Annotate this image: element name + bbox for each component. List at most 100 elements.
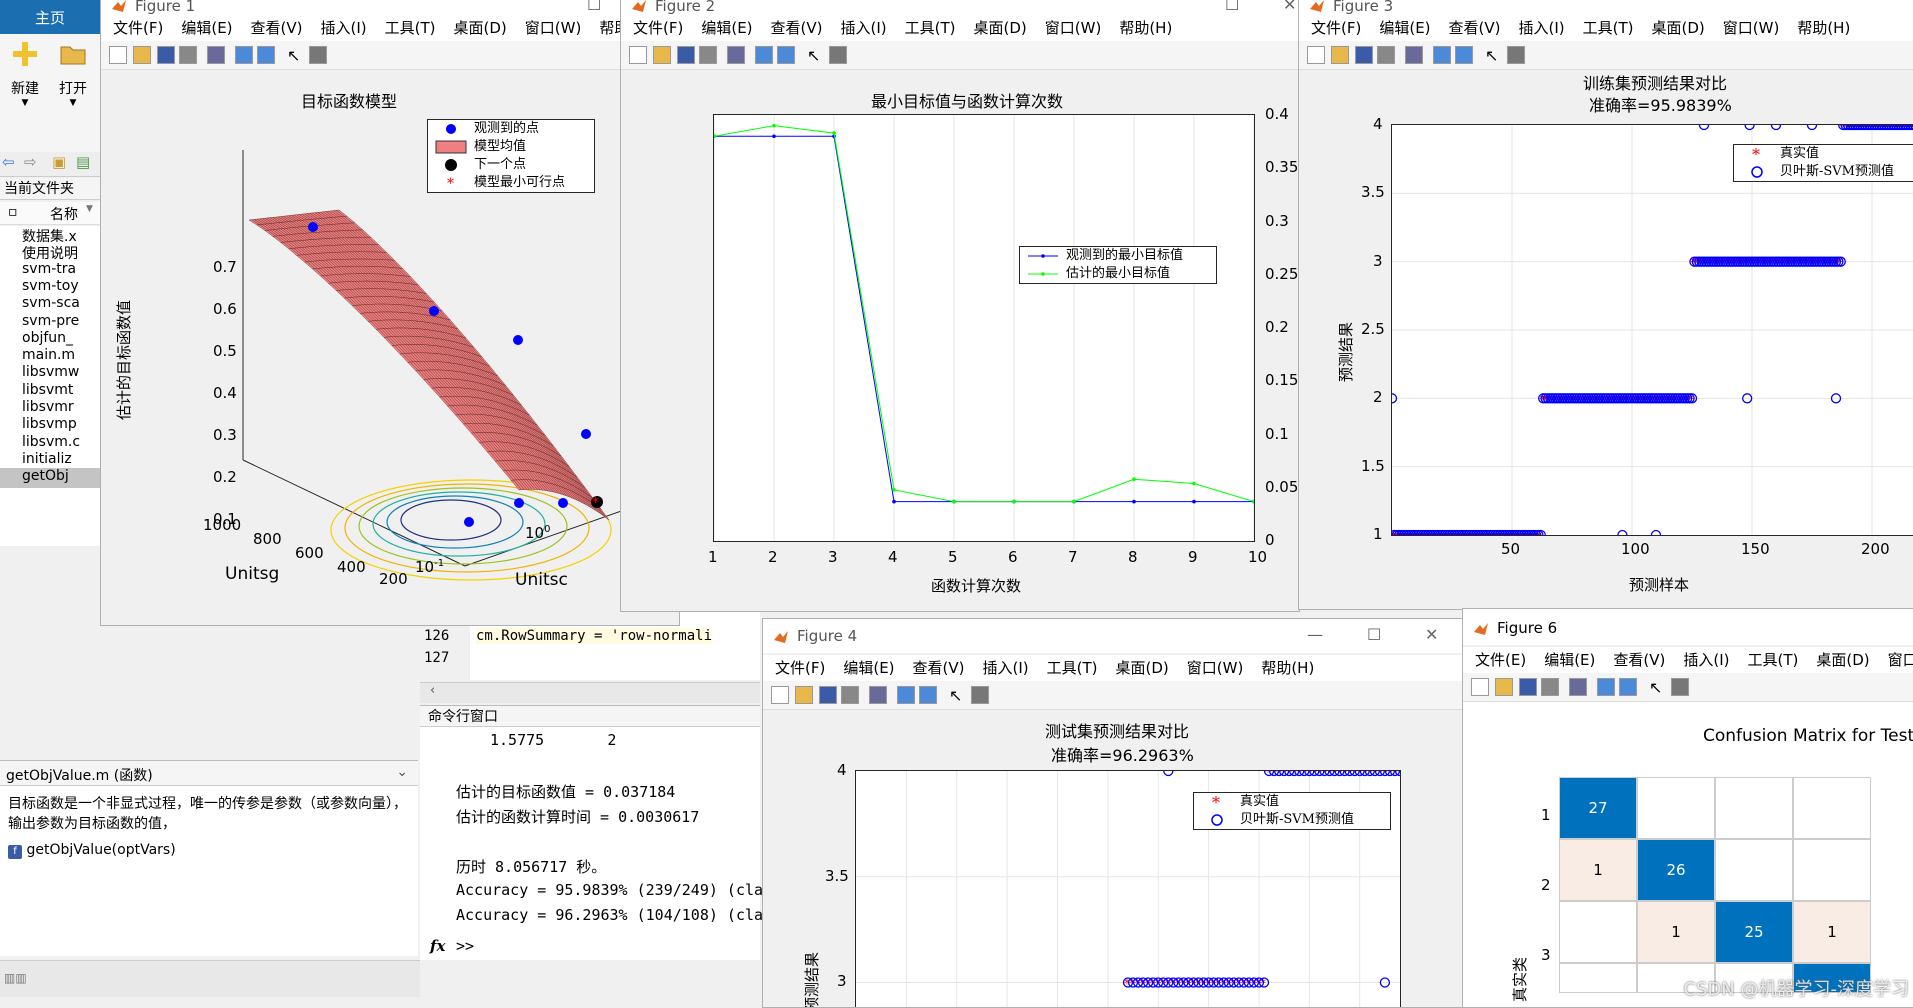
close-icon[interactable]: ✕ xyxy=(1425,625,1438,644)
menu-item-1[interactable]: 文件(E) xyxy=(1475,647,1526,673)
fig1-legend[interactable]: 观测到的点 模型均值 下一个点 * 模型最小可行点 xyxy=(427,119,595,193)
new-file-icon[interactable] xyxy=(1471,678,1489,696)
back-arrow-icon[interactable]: ⇦ xyxy=(2,153,15,171)
colorbar-icon[interactable] xyxy=(1597,678,1615,696)
menu-item-8[interactable]: 帮助(H) xyxy=(1797,15,1850,41)
colorbar-icon[interactable] xyxy=(897,686,915,704)
up-folder-icon[interactable]: ▣ xyxy=(52,153,66,171)
menu-item-5[interactable]: 工具(T) xyxy=(905,15,956,41)
print-icon[interactable] xyxy=(699,46,717,64)
menu-item-5[interactable]: 工具(T) xyxy=(1747,647,1798,673)
new-file-icon[interactable] xyxy=(1307,46,1325,64)
menu-item-4[interactable]: 插入(I) xyxy=(321,15,367,41)
menu-item-6[interactable]: 桌面(D) xyxy=(974,15,1027,41)
open-button[interactable]: 打开 ▼ xyxy=(50,40,96,108)
property-inspector-icon[interactable] xyxy=(971,686,989,704)
menu-item-4[interactable]: 插入(I) xyxy=(1519,15,1565,41)
menu-item-6[interactable]: 桌面(D) xyxy=(1652,15,1705,41)
new-button[interactable]: 新建 ▼ xyxy=(2,40,48,108)
menu-item-1[interactable]: 文件(F) xyxy=(1311,15,1361,41)
menu-item-3[interactable]: 查看(V) xyxy=(1449,15,1501,41)
print-icon[interactable] xyxy=(1541,678,1559,696)
menu-item-1[interactable]: 文件(F) xyxy=(113,15,163,41)
minimize-icon[interactable]: — xyxy=(1307,625,1323,644)
menu-item-4[interactable]: 插入(I) xyxy=(983,655,1029,681)
menu-item-7[interactable]: 窗口(W) xyxy=(525,15,582,41)
open-file-icon[interactable] xyxy=(1495,678,1513,696)
menu-item-2[interactable]: 编辑(E) xyxy=(1544,647,1595,673)
command-window[interactable]: fx >> 1.5775 2 估计的目标函数值 = 0.037184 估计的函数计算… xyxy=(420,727,763,960)
fig2-axes[interactable] xyxy=(713,114,1255,542)
maximize-icon[interactable]: ☐ xyxy=(587,0,601,14)
save-icon[interactable] xyxy=(1355,46,1373,64)
menu-item-1[interactable]: 文件(F) xyxy=(775,655,825,681)
open-file-icon[interactable] xyxy=(133,46,151,64)
maximize-icon[interactable]: ☐ xyxy=(1225,0,1239,14)
open-file-icon[interactable] xyxy=(653,46,671,64)
figure-1-window[interactable]: Figure 1 ☐ 文件(F) 编辑(E) 查看(V) 插入(I) 工具(T) 桌面(D… xyxy=(100,0,680,626)
legend-icon[interactable] xyxy=(257,46,275,64)
print-icon[interactable] xyxy=(1377,46,1395,64)
figure-3-window[interactable]: Figure 3 文件(F) 编辑(E) 查看(V) 插入(I) 工具(T) 桌面(D) 窗… xyxy=(1298,0,1913,610)
menu-item-7[interactable]: 窗口(W) xyxy=(1888,647,1913,673)
scroll-left-icon[interactable]: ‹ xyxy=(430,683,435,698)
save-icon[interactable] xyxy=(819,686,837,704)
save-icon[interactable] xyxy=(1519,678,1537,696)
figure-4-window[interactable]: Figure 4 — ☐ ✕ 文件(F) 编辑(E) 查看(V) 插入(I) 工具(T)… xyxy=(762,618,1464,1008)
new-file-icon[interactable] xyxy=(109,46,127,64)
pointer-icon[interactable]: ↖ xyxy=(1485,46,1503,65)
property-inspector-icon[interactable] xyxy=(1507,46,1525,64)
menu-item-3[interactable]: 查看(V) xyxy=(771,15,823,41)
link-icon[interactable] xyxy=(1569,678,1587,696)
legend-icon[interactable] xyxy=(1455,46,1473,64)
legend-icon[interactable] xyxy=(1619,678,1637,696)
editor-code-line[interactable]: cm.RowSummary = 'row-normali xyxy=(476,628,713,644)
menu-item-1[interactable]: 文件(F) xyxy=(633,15,683,41)
fig3-axes[interactable]: * * * * * * * * * * * * * * * * * * * * * * * * * * * * * * * * * * * * * * * *… xyxy=(1391,124,1913,536)
property-inspector-icon[interactable] xyxy=(1671,678,1689,696)
property-inspector-icon[interactable] xyxy=(829,46,847,64)
menu-item-2[interactable]: 编辑(E) xyxy=(181,15,232,41)
print-icon[interactable] xyxy=(179,46,197,64)
pointer-icon[interactable]: ↖ xyxy=(1649,678,1667,697)
close-icon[interactable]: ✕ xyxy=(1283,0,1296,14)
menu-item-4[interactable]: 插入(I) xyxy=(1683,647,1729,673)
link-icon[interactable] xyxy=(207,46,225,64)
menu-item-6[interactable]: 桌面(D) xyxy=(1816,647,1869,673)
menu-item-2[interactable]: 编辑(E) xyxy=(701,15,752,41)
colorbar-icon[interactable] xyxy=(235,46,253,64)
pointer-icon[interactable]: ↖ xyxy=(287,46,305,65)
chevron-down-icon[interactable]: ⌄ xyxy=(396,764,408,780)
fx-icon[interactable]: fx xyxy=(430,937,445,955)
save-icon[interactable] xyxy=(157,46,175,64)
menu-item-7[interactable]: 窗口(W) xyxy=(1045,15,1102,41)
maximize-icon[interactable]: ☐ xyxy=(1367,625,1381,644)
editor-scrollbar[interactable]: ‹ xyxy=(420,682,760,703)
menu-item-7[interactable]: 窗口(W) xyxy=(1187,655,1244,681)
menu-item-5[interactable]: 工具(T) xyxy=(385,15,436,41)
pointer-icon[interactable]: ↖ xyxy=(807,46,825,65)
link-icon[interactable] xyxy=(727,46,745,64)
fig3-legend[interactable]: * 真实值 贝叶斯-SVM预测值 xyxy=(1733,144,1913,182)
property-inspector-icon[interactable] xyxy=(309,46,327,64)
colorbar-icon[interactable] xyxy=(755,46,773,64)
colorbar-icon[interactable] xyxy=(1433,46,1451,64)
tab-home[interactable]: 主页 xyxy=(0,0,100,34)
menu-item-2[interactable]: 编辑(E) xyxy=(1379,15,1430,41)
pointer-icon[interactable]: ↖ xyxy=(949,686,967,705)
print-icon[interactable] xyxy=(841,686,859,704)
link-icon[interactable] xyxy=(1405,46,1423,64)
legend-icon[interactable] xyxy=(777,46,795,64)
open-file-icon[interactable] xyxy=(795,686,813,704)
command-prompt[interactable]: >> xyxy=(456,937,474,955)
menu-item-4[interactable]: 插入(I) xyxy=(841,15,887,41)
file-item[interactable]: getObj xyxy=(0,468,100,489)
figure-2-window[interactable]: Figure 2 ☐ ✕ 文件(F) 编辑(E) 查看(V) 插入(I) 工具(T) 桌面… xyxy=(620,0,1300,612)
menu-item-7[interactable]: 窗口(W) xyxy=(1723,15,1780,41)
menu-item-3[interactable]: 查看(V) xyxy=(251,15,303,41)
menu-item-6[interactable]: 桌面(D) xyxy=(1116,655,1169,681)
save-icon[interactable] xyxy=(677,46,695,64)
forward-arrow-icon[interactable]: ⇨ xyxy=(24,153,37,171)
detail-panel-header[interactable]: getObjValue.m (函数) ⌄ xyxy=(0,760,418,786)
new-file-icon[interactable] xyxy=(629,46,647,64)
